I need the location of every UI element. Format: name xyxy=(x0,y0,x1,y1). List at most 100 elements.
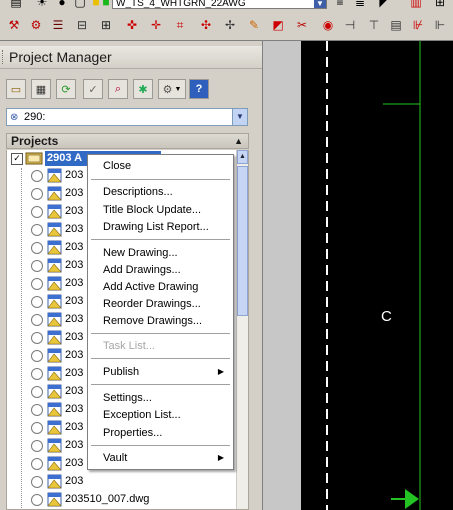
menu-item-title-block-update[interactable]: Title Block Update... xyxy=(88,202,233,218)
help-icon: ? xyxy=(195,83,203,95)
menu-item-reorder-drawings[interactable]: Reorder Drawings... xyxy=(88,296,233,312)
refresh-button[interactable]: ⟳ xyxy=(56,79,76,99)
layer-lock-icon[interactable]: ▢ xyxy=(72,0,88,10)
radio-button[interactable] xyxy=(31,314,43,326)
insert-connector-icon[interactable]: ⚙ xyxy=(28,17,44,33)
layer-dropdown[interactable]: W_TS_4_WHTGRN_22AWG ▼ xyxy=(112,0,327,9)
open-project-button[interactable]: ▭ xyxy=(6,79,26,99)
radio-button[interactable] xyxy=(31,296,43,308)
radio-button[interactable] xyxy=(31,278,43,290)
publish-button[interactable]: ✱ xyxy=(133,79,153,99)
drawing-file-icon xyxy=(47,222,62,237)
menu-item-close[interactable]: Close xyxy=(88,158,233,174)
scroll-thumb[interactable] xyxy=(237,166,248,316)
radio-button[interactable] xyxy=(31,368,43,380)
source-arrow-icon xyxy=(405,489,419,509)
menu-item-drawing-list-report[interactable]: Drawing List Report... xyxy=(88,219,233,235)
drawing-margin xyxy=(263,41,301,510)
menu-item-settings[interactable]: Settings... xyxy=(88,390,233,406)
project-manager-titlebar[interactable]: Project Manager xyxy=(0,46,262,69)
radio-button[interactable] xyxy=(31,188,43,200)
submenu-arrow-icon: ▶ xyxy=(217,453,224,462)
menu-item-add-drawings[interactable]: Add Drawings... xyxy=(88,262,233,278)
scroll-up-icon[interactable]: ▲ xyxy=(237,150,248,164)
radio-button[interactable] xyxy=(31,170,43,182)
menu-item-vault[interactable]: Vault ▶ xyxy=(88,450,233,466)
layer-walk-icon[interactable]: ◤ xyxy=(376,0,392,10)
plot-dropdown-button[interactable]: ⚙ ▼ xyxy=(158,79,186,99)
panel-footprint-icon[interactable]: ⊮ xyxy=(410,17,426,33)
radio-button[interactable] xyxy=(31,206,43,218)
drawing-row[interactable]: 203510_007.dwg xyxy=(7,491,239,509)
terminal-icon[interactable]: ✜ xyxy=(124,17,140,33)
radio-button[interactable] xyxy=(31,224,43,236)
previous-layer-icon[interactable]: ≣ xyxy=(352,0,368,10)
insert-wire-icon[interactable]: ⌗ xyxy=(172,17,188,33)
project-tasks-button[interactable]: ✓ xyxy=(83,79,103,99)
new-project-button[interactable]: ▦ xyxy=(31,79,51,99)
panel-grip[interactable] xyxy=(2,50,6,64)
layer-isolate-icon[interactable]: ▥ xyxy=(408,0,424,10)
chevron-down-icon: ▼ xyxy=(174,85,182,93)
menu-item-add-active-drawing[interactable]: Add Active Drawing xyxy=(88,279,233,295)
edit-component-icon[interactable]: ✎ xyxy=(246,17,262,33)
radio-button[interactable] xyxy=(31,494,43,506)
radio-button[interactable] xyxy=(31,332,43,344)
trim-wire-icon[interactable]: ⊤ xyxy=(366,17,382,33)
drawing-canvas[interactable]: C xyxy=(301,41,453,510)
radio-button[interactable] xyxy=(31,458,43,470)
ladder-icon[interactable]: ⊟ xyxy=(74,17,90,33)
menu-item-remove-drawings[interactable]: Remove Drawings... xyxy=(88,313,233,329)
insert-component-icon[interactable]: ⚒ xyxy=(6,17,22,33)
layer-off-icon[interactable]: ⊞ xyxy=(432,0,448,10)
project-context-menu: Close Descriptions... Title Block Update… xyxy=(87,154,234,470)
match-layer-icon[interactable]: ≡ xyxy=(332,0,348,10)
drawing-name: 203 xyxy=(65,241,84,253)
surfer-icon[interactable]: ⊩ xyxy=(432,17,448,33)
radio-button[interactable] xyxy=(31,260,43,272)
scoot-icon[interactable]: ◉ xyxy=(320,17,336,33)
collapse-up-icon[interactable]: ▲ xyxy=(234,134,243,148)
menu-item-exception-list[interactable]: Exception List... xyxy=(88,407,233,423)
layer-state-icon[interactable]: ☀ xyxy=(34,0,50,10)
project-book-icon xyxy=(25,152,43,165)
radio-button[interactable] xyxy=(31,440,43,452)
source-arrow-icon[interactable]: ✢ xyxy=(222,17,238,33)
schematic-list-icon[interactable]: ☰ xyxy=(50,17,66,33)
checkbox-icon[interactable]: ✓ xyxy=(11,153,23,165)
layer-manager-icon[interactable]: ▤ xyxy=(8,0,24,10)
wire-numbers-icon[interactable]: ⊞ xyxy=(98,17,114,33)
wire-gap-icon[interactable]: ⊣ xyxy=(342,17,358,33)
drawing-file-icon xyxy=(47,456,62,471)
chevron-down-icon[interactable]: ▼ xyxy=(314,0,326,8)
drawing-file-icon xyxy=(47,258,62,273)
drawing-file-icon xyxy=(47,366,62,381)
menu-item-properties[interactable]: Properties... xyxy=(88,425,233,441)
terminal-strip-icon[interactable]: ▤ xyxy=(388,17,404,33)
menu-item-publish[interactable]: Publish ▶ xyxy=(88,364,233,380)
radio-button[interactable] xyxy=(31,422,43,434)
delete-component-icon[interactable]: ✂ xyxy=(294,17,310,33)
cross-reference-icon[interactable]: ✛ xyxy=(148,17,164,33)
drawing-row[interactable]: 203 xyxy=(7,473,239,491)
drawing-name: 203510_007.dwg xyxy=(65,493,150,505)
help-button[interactable]: ? xyxy=(189,79,209,99)
menu-item-descriptions[interactable]: Descriptions... xyxy=(88,184,233,200)
chevron-down-icon[interactable]: ▼ xyxy=(232,108,248,126)
project-selector[interactable]: ⊗ 290: ▼ xyxy=(6,108,248,126)
drawing-name: 203 xyxy=(65,367,84,379)
menu-item-new-drawing[interactable]: New Drawing... xyxy=(88,245,233,261)
radio-button[interactable] xyxy=(31,350,43,362)
drawing-name: 203 xyxy=(65,331,84,343)
tree-scrollbar[interactable]: ▲ xyxy=(236,150,248,509)
copy-component-icon[interactable]: ◩ xyxy=(270,17,286,33)
projects-section-header[interactable]: Projects ▲ xyxy=(6,133,249,149)
drawing-file-icon xyxy=(47,276,62,291)
radio-button[interactable] xyxy=(31,242,43,254)
radio-button[interactable] xyxy=(31,476,43,488)
freeze-icon[interactable]: ● xyxy=(54,0,70,10)
radio-button[interactable] xyxy=(31,386,43,398)
location-view-button[interactable]: ⌕ xyxy=(108,79,128,99)
wire-type-icon[interactable]: ✣ xyxy=(198,17,214,33)
radio-button[interactable] xyxy=(31,404,43,416)
